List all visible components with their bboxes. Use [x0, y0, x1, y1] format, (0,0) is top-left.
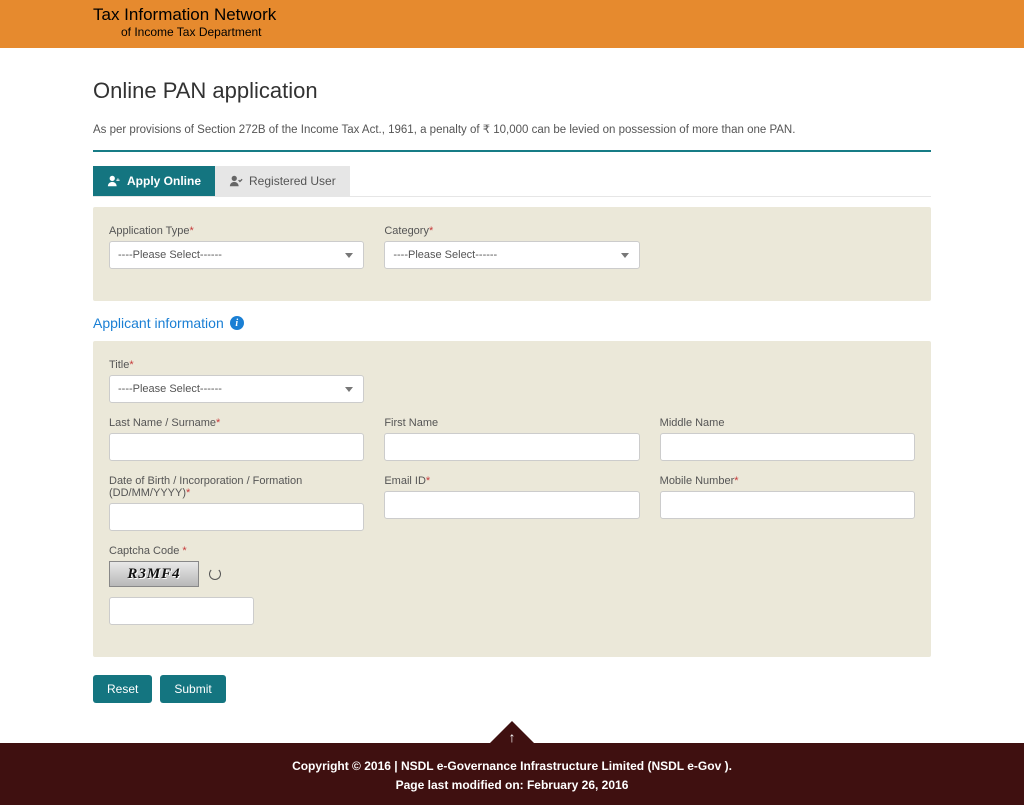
page-title: Online PAN application	[93, 78, 931, 104]
category-select[interactable]: ----Please Select------	[384, 241, 639, 269]
tab-registered-label: Registered User	[249, 174, 336, 188]
header-bar: Tax Information Network of Income Tax De…	[0, 0, 1024, 48]
footer-copyright: Copyright © 2016 | NSDL e-Governance Inf…	[0, 757, 1024, 776]
mobile-label: Mobile Number*	[660, 475, 915, 487]
last-name-input[interactable]	[109, 433, 364, 461]
tab-apply-label: Apply Online	[127, 174, 201, 188]
dob-label: Date of Birth / Incorporation / Formatio…	[109, 475, 364, 499]
footer: Copyright © 2016 | NSDL e-Governance Inf…	[0, 743, 1024, 805]
submit-button[interactable]: Submit	[160, 675, 225, 703]
button-row: Reset Submit	[93, 675, 931, 703]
tab-registered-user[interactable]: Registered User	[215, 166, 350, 196]
mobile-input[interactable]	[660, 491, 915, 519]
header-title: Tax Information Network	[93, 6, 931, 25]
footer-modified: Page last modified on: February 26, 2016	[0, 776, 1024, 795]
application-type-section: Application Type* ----Please Select-----…	[93, 207, 931, 301]
refresh-icon[interactable]	[209, 568, 221, 580]
email-input[interactable]	[384, 491, 639, 519]
applicant-info-heading: Applicant information i	[93, 315, 931, 331]
tab-apply-online[interactable]: Apply Online	[93, 166, 215, 196]
email-label: Email ID*	[384, 475, 639, 487]
reset-button[interactable]: Reset	[93, 675, 152, 703]
dob-input[interactable]	[109, 503, 364, 531]
title-label: Title*	[109, 359, 364, 371]
title-select[interactable]: ----Please Select------	[109, 375, 364, 403]
application-type-label: Application Type*	[109, 225, 364, 237]
tabs: Apply Online Registered User	[93, 166, 931, 197]
first-name-label: First Name	[384, 417, 639, 429]
penalty-notice: As per provisions of Section 272B of the…	[93, 122, 931, 136]
person-plus-icon	[107, 174, 121, 188]
captcha-label: Captcha Code *	[109, 545, 364, 557]
person-check-icon	[229, 174, 243, 188]
header-subtitle: of Income Tax Department	[93, 25, 931, 39]
scroll-top-button[interactable]	[490, 721, 534, 743]
divider	[93, 150, 931, 152]
application-type-select[interactable]: ----Please Select------	[109, 241, 364, 269]
captcha-input[interactable]	[109, 597, 254, 625]
category-label: Category*	[384, 225, 639, 237]
applicant-info-section: Title* ----Please Select------ Last Name…	[93, 341, 931, 657]
middle-name-input[interactable]	[660, 433, 915, 461]
captcha-image: R3MF4	[109, 561, 199, 587]
info-icon[interactable]: i	[230, 316, 244, 330]
middle-name-label: Middle Name	[660, 417, 915, 429]
last-name-label: Last Name / Surname*	[109, 417, 364, 429]
first-name-input[interactable]	[384, 433, 639, 461]
